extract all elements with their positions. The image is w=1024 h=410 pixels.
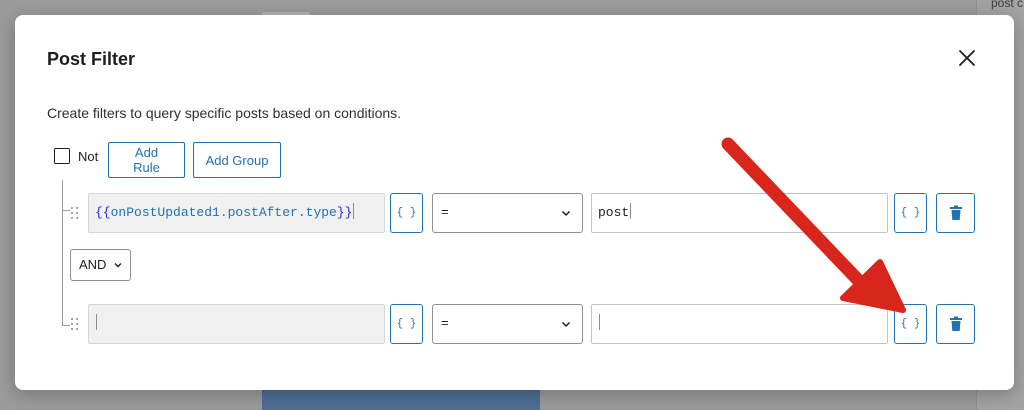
text-caret [353,203,355,219]
rule-value-input[interactable]: post [591,193,888,233]
chevron-down-icon [114,263,122,268]
not-label: Not [78,149,99,164]
background-sidebar-text: post c [991,0,1024,10]
connector-select[interactable]: AND [70,249,131,281]
rule-value-text: post [598,205,630,220]
background-block [262,390,540,410]
chevron-down-icon [561,321,571,328]
operator-select[interactable]: = [432,193,583,233]
insert-token-button[interactable]: { } [894,304,927,344]
rule-value-input[interactable] [591,304,888,344]
close-icon [959,50,975,66]
rule-field-variable: onPostUpdated1.postAfter.type [110,205,337,220]
text-caret [630,203,632,219]
modal-title: Post Filter [47,49,136,69]
operator-value: = [441,204,449,219]
text-caret [96,314,97,330]
delete-rule-button[interactable] [936,304,975,344]
operator-value: = [441,315,449,330]
insert-token-button[interactable]: { } [894,193,927,233]
not-checkbox[interactable] [54,148,70,164]
insert-token-button[interactable]: { } [390,193,423,233]
token-close-brace: }} [336,205,353,220]
rule-field-input[interactable] [88,304,385,344]
drag-handle-icon[interactable] [71,207,79,221]
operator-select[interactable]: = [432,304,583,344]
insert-token-button[interactable]: { } [390,304,423,344]
text-caret [599,314,600,330]
drag-handle-icon[interactable] [71,318,79,332]
trash-icon [949,205,962,220]
trash-icon [949,316,962,331]
connector-value: AND [79,257,107,272]
modal-description: Create filters to query specific posts b… [47,105,402,121]
add-group-button[interactable]: Add Group [193,142,281,178]
group-tree-branch [62,325,70,326]
add-rule-button[interactable]: Add Rule [108,142,185,178]
group-tree-branch [62,210,70,211]
rule-field-input[interactable]: {{onPostUpdated1.postAfter.type}} [88,193,385,233]
delete-rule-button[interactable] [936,193,975,233]
chevron-down-icon [561,210,571,217]
group-tree-line [62,180,63,325]
post-filter-modal: Post Filter Create filters to query spec… [15,15,1014,390]
close-button[interactable] [953,44,981,72]
token-open-brace: {{ [95,205,111,220]
